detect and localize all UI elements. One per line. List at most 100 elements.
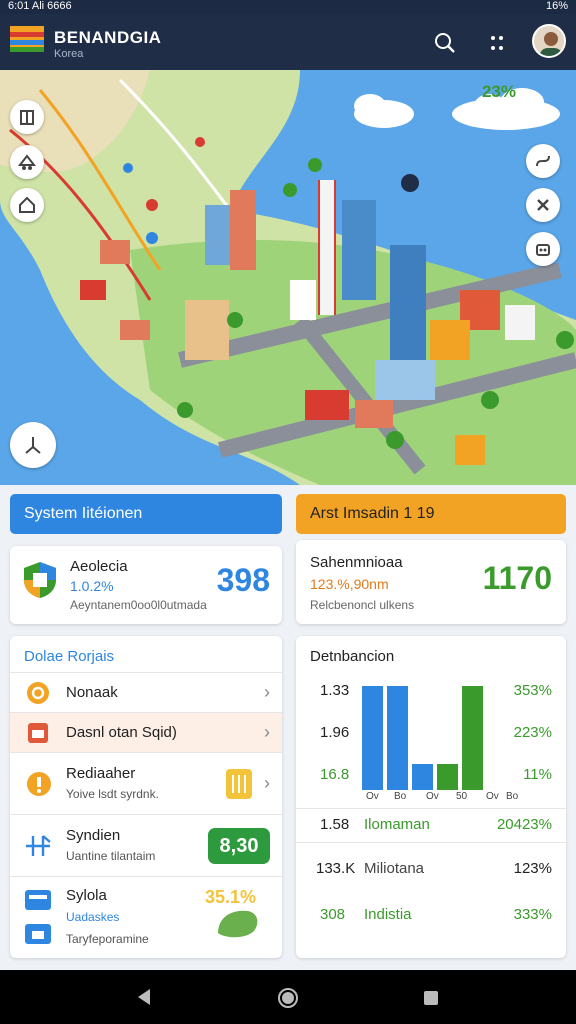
list-item[interactable]: Rediaaher Yoive lsdt syrdnk. › — [10, 752, 282, 814]
x-tick-label: Ov — [366, 791, 379, 802]
table-cell: Miliotana — [364, 860, 425, 877]
chart-right-label: 353% — [513, 682, 552, 699]
table-cell: 333% — [513, 906, 552, 923]
network-icon — [26, 835, 51, 856]
list-item-sub: Uantine tilantaim — [66, 849, 156, 863]
x-tick-label: Bo — [506, 791, 519, 802]
map-transit-button[interactable] — [10, 145, 44, 179]
list-item-label: Sylola — [66, 887, 107, 904]
app-subtitle: Korea — [54, 48, 84, 60]
stat-right-caption: Relcbenoncl ulkens — [310, 598, 415, 612]
map-locate-button[interactable] — [10, 422, 56, 468]
table-cell: 1.58 — [320, 816, 350, 833]
avatar[interactable] — [532, 24, 566, 58]
list-item-sub: Uadaskes — [66, 910, 120, 924]
stat-left-value: 1.0.2% — [70, 578, 114, 594]
route-icon — [536, 155, 550, 167]
system-card-header[interactable]: System Iitéionen — [10, 494, 282, 534]
list-item-label: Nonaak — [66, 684, 118, 701]
list-item[interactable]: Syndien Uantine tilantaim 8,30 — [10, 814, 282, 876]
table-cell: Ilomaman — [364, 816, 430, 833]
status-bar: 6:01 Ali 6666 16% — [0, 0, 576, 14]
app-bar: BENANDGIA Korea — [0, 14, 576, 70]
building-icon — [20, 110, 34, 125]
home-button[interactable] — [277, 987, 299, 1009]
chart-row-label: 1.33 — [320, 682, 350, 699]
table-cell: 308 — [320, 906, 346, 923]
chart-row-label: 16.8 — [320, 766, 350, 783]
app-title: BENANDGIA — [54, 28, 162, 47]
chart-x-axis: Ov Bo Ov 50 Ov Bo — [360, 791, 518, 805]
list-item-label: Rediaaher — [66, 765, 136, 782]
transit-icon — [18, 154, 36, 170]
app-logo-icon — [10, 26, 44, 52]
x-tick-label: 50 — [456, 791, 468, 802]
compass-icon — [25, 437, 41, 454]
map-home-button[interactable] — [10, 188, 44, 222]
chevron-right-icon: › — [264, 722, 270, 742]
chart-title: Detnbancion — [310, 648, 395, 665]
document-icon — [28, 723, 48, 743]
table-cell: 133.K — [316, 860, 356, 877]
coin-icon — [27, 682, 49, 704]
more-dots-icon — [491, 36, 503, 50]
stat-card-left[interactable]: Aeolecia 1.0.2% Aeyntanem0oo0l0utmada 39… — [10, 546, 282, 624]
list-item-label: Syndien — [66, 827, 121, 844]
more-button[interactable] — [482, 28, 512, 58]
chevron-right-icon: › — [264, 682, 270, 702]
map-tools-button[interactable] — [526, 188, 560, 222]
chart-bar — [437, 764, 458, 790]
home-icon — [19, 196, 35, 213]
city-map[interactable]: 23% — [0, 70, 576, 485]
x-tick-label: Bo — [394, 791, 407, 802]
map-building-button[interactable] — [10, 100, 44, 134]
x-tick-label: Ov — [426, 791, 439, 802]
list-item[interactable]: Sylola Uadaskes Taryfeporamine 35.1% — [10, 876, 282, 958]
bar-chart — [362, 686, 483, 790]
calendar-icon — [25, 924, 51, 944]
chart-bar — [362, 686, 383, 790]
chart-bar — [462, 686, 483, 790]
chart-bar — [387, 686, 408, 790]
list-item[interactable]: Dasnl otan Sqid) › — [10, 712, 282, 752]
stat-right-title: Sahenmnioaa — [310, 554, 403, 571]
list-item-badge: 35.1% — [204, 887, 256, 907]
table-cell: Indistia — [364, 906, 412, 923]
search-icon — [435, 33, 455, 53]
map-route-button[interactable] — [526, 144, 560, 178]
list-item-label: Dasnl otan Sqid) — [66, 724, 177, 741]
weather-value: 23% — [481, 82, 516, 101]
card-icon — [25, 890, 51, 910]
stat-left-caption: Aeyntanem0oo0l0utmada — [70, 598, 207, 612]
recents-button[interactable] — [423, 990, 439, 1006]
alert-icon — [27, 772, 51, 796]
list-item-badge: 8,30 — [208, 828, 270, 864]
stat-right-big-number: 1170 — [482, 560, 552, 596]
list-item-sub2: Taryfeporamine — [66, 932, 149, 946]
stat-left-big-number: 398 — [216, 562, 270, 598]
back-button[interactable] — [136, 988, 152, 1006]
stat-card-right[interactable]: Sahenmnioaa 123.%,90nm Relcbenoncl ulken… — [296, 540, 566, 624]
list-item[interactable]: Nonaak › — [10, 672, 282, 712]
status-left: 6:01 Ali 6666 — [8, 0, 72, 12]
table-cell: 123% — [513, 860, 552, 877]
chart-right-label: 11% — [523, 766, 552, 783]
robot-icon — [536, 244, 550, 256]
chart-card: Detnbancion 1.33 1.96 16.8 353% 223% 11%… — [296, 636, 566, 958]
list-title: Dolae Rorjais — [24, 648, 115, 665]
chart-bar — [412, 764, 433, 790]
battery-text: 16% — [545, 0, 568, 12]
list-card: Dolae Rorjais Nonaak › Dasnl otan Sqid) … — [10, 636, 282, 958]
stat-right-value: 123.%,90nm — [310, 576, 389, 592]
list-item-sub: Yoive lsdt syrdnk. — [66, 787, 159, 801]
system-nav-bar — [0, 970, 576, 1024]
chart-right-label: 223% — [513, 724, 552, 741]
shield-icon — [24, 562, 56, 598]
table-cell: 20423% — [496, 816, 552, 833]
x-tick-label: Ov — [486, 791, 499, 802]
map-robot-button[interactable] — [526, 232, 560, 266]
analytics-card-header[interactable]: Arst Imsadin 1 19 — [296, 494, 566, 534]
search-button[interactable] — [430, 28, 460, 58]
stat-left-title: Aeolecia — [70, 558, 128, 575]
tools-icon — [537, 199, 549, 211]
